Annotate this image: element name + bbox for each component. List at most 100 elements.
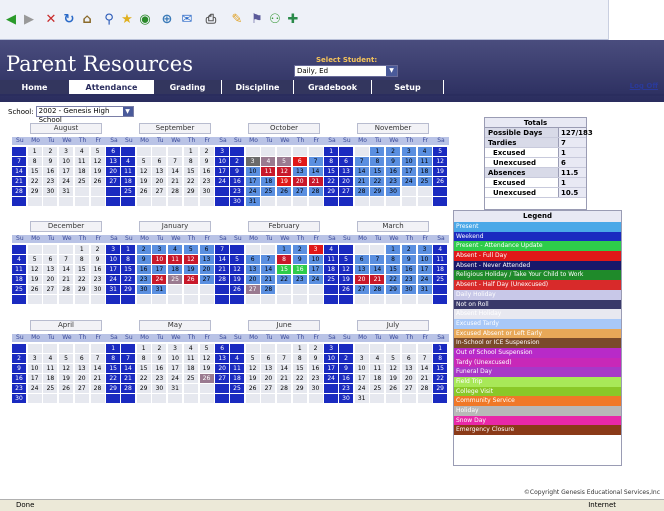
calendar-day: 19 — [339, 275, 353, 284]
mail-icon[interactable]: ✉ — [180, 10, 194, 29]
calendar-day: 22 — [27, 177, 42, 186]
calendar-day: 3 — [168, 344, 183, 353]
weekday-label: Tu — [265, 137, 273, 144]
calendar-empty-cell — [27, 245, 42, 254]
school-label: School: — [8, 107, 34, 116]
back-icon[interactable]: ◀ — [4, 10, 18, 29]
calendar-day: 11 — [121, 167, 135, 176]
print-icon[interactable]: ⎙ — [204, 10, 218, 29]
calendar-day: 5 — [386, 354, 401, 363]
calendar-day: 15 — [136, 364, 151, 373]
calendar-empty-cell — [230, 245, 244, 254]
calendar-day: 18 — [43, 374, 58, 383]
calendar-day: 20 — [74, 374, 89, 383]
calendar-day: 27 — [245, 285, 260, 294]
favorites-icon[interactable]: ★ — [120, 10, 134, 29]
weekday-label: Mo — [140, 235, 149, 242]
calendar-day: 7 — [277, 354, 292, 363]
calendar-day: 9 — [292, 255, 307, 264]
messenger-icon[interactable]: ⚇ — [268, 10, 282, 29]
refresh-icon[interactable]: ↻ — [62, 10, 76, 29]
search-icon[interactable]: ⚲ — [102, 10, 116, 29]
calendar-day: 18 — [168, 265, 183, 274]
weekday-label: Fr — [422, 137, 429, 144]
calendar-day: 21 — [121, 374, 135, 383]
legend-item: Out of School Suspension — [454, 347, 621, 358]
legend-item: College Visit — [454, 386, 621, 397]
calendar-day: 4 — [433, 245, 448, 254]
calendar-day: 13 — [245, 265, 260, 274]
calendar-day: 14 — [12, 167, 26, 176]
edit-icon[interactable]: ✎ — [230, 10, 244, 29]
legend-panel: Legend Present Weekend Present - Attendanc… — [453, 210, 622, 466]
school-row: School: 2002 - Genesis High School ▼ — [8, 106, 134, 124]
stop-icon[interactable]: ✕ — [44, 10, 58, 29]
totals-label: Unexcused — [485, 158, 558, 167]
home-icon[interactable]: ⌂ — [80, 10, 94, 29]
calendar-day: 4 — [261, 157, 276, 166]
weekday-label: Sa — [328, 235, 336, 242]
weekday-label: We — [280, 334, 290, 341]
discuss-icon[interactable]: ⚑ — [250, 10, 264, 29]
calendar-empty-cell — [59, 245, 74, 254]
calendar-day: 27 — [43, 285, 58, 294]
calendar-day: 16 — [90, 265, 105, 274]
research-icon[interactable]: ✚ — [286, 10, 300, 29]
calendar-empty-cell — [121, 147, 135, 156]
weekday-label: Su — [234, 137, 242, 144]
calendar-empty-cell — [433, 394, 448, 403]
calendar-day: 14 — [215, 255, 230, 264]
calendar-day: 9 — [152, 354, 167, 363]
month-name: July — [357, 320, 429, 331]
calendar-day: 2 — [136, 245, 151, 254]
weekday-label: Sa — [110, 137, 118, 144]
calendar-day: 18 — [433, 265, 448, 274]
forward-icon[interactable]: ▶ — [22, 10, 36, 29]
calendar-day: 4 — [324, 245, 339, 254]
calendar-day: 19 — [59, 374, 74, 383]
calendar-day: 29 — [324, 187, 339, 196]
calendar-day: 25 — [168, 275, 183, 284]
calendar-day: 8 — [386, 255, 401, 264]
calendar-empty-cell — [230, 394, 244, 403]
log-off-link[interactable]: Log Off — [630, 82, 658, 90]
history-icon[interactable]: ⊕ — [160, 10, 174, 29]
weekday-label: Sa — [219, 334, 227, 341]
calendar-day: 10 — [27, 364, 42, 373]
calendar-day: 8 — [292, 354, 307, 363]
tab-discipline[interactable]: Discipline — [222, 80, 294, 94]
zone-text: Internet — [588, 501, 616, 509]
calendar-day: 20 — [152, 177, 167, 186]
calendar-day: 10 — [59, 157, 74, 166]
weekday-label: Mo — [140, 137, 149, 144]
weekday-header: Su Mo Tu We Th Fr Sa — [230, 334, 340, 342]
weekday-label: Fr — [204, 235, 211, 242]
calendar-day: 24 — [27, 384, 42, 393]
select-student-label: Select Student: — [316, 56, 378, 64]
legend-item: In-School or ICE Suspension — [454, 338, 621, 348]
student-select[interactable]: Daily, Ed ▼ — [294, 65, 398, 77]
calendar-day: 5 — [433, 147, 448, 156]
calendar-day: 14 — [277, 364, 292, 373]
calendar-empty-cell — [339, 245, 353, 254]
calendar-day: 25 — [183, 374, 198, 383]
calendar-day: 3 — [308, 245, 323, 254]
tab-attendance[interactable]: Attendance — [70, 80, 154, 94]
tab-gradebook[interactable]: Gradebook — [294, 80, 372, 94]
school-select[interactable]: 2002 - Genesis High School ▼ — [35, 106, 134, 124]
tab-home[interactable]: Home — [0, 80, 70, 94]
calendar-day: 27 — [106, 177, 121, 186]
calendar-day: 25 — [261, 187, 276, 196]
status-bar: Done Internet — [0, 499, 664, 511]
calendar-day: 18 — [74, 167, 89, 176]
calendar-day: 5 — [136, 157, 151, 166]
calendar-empty-cell — [183, 394, 198, 403]
calendar-empty-cell — [370, 344, 385, 353]
media-icon[interactable]: ◉ — [138, 10, 152, 29]
calendar-day: 6 — [339, 157, 353, 166]
weekday-label: Th — [296, 137, 305, 144]
calendar-empty-cell — [339, 295, 353, 304]
tab-grading[interactable]: Grading — [154, 80, 222, 94]
tab-setup[interactable]: Setup — [372, 80, 444, 94]
weekday-label: Su — [125, 137, 133, 144]
